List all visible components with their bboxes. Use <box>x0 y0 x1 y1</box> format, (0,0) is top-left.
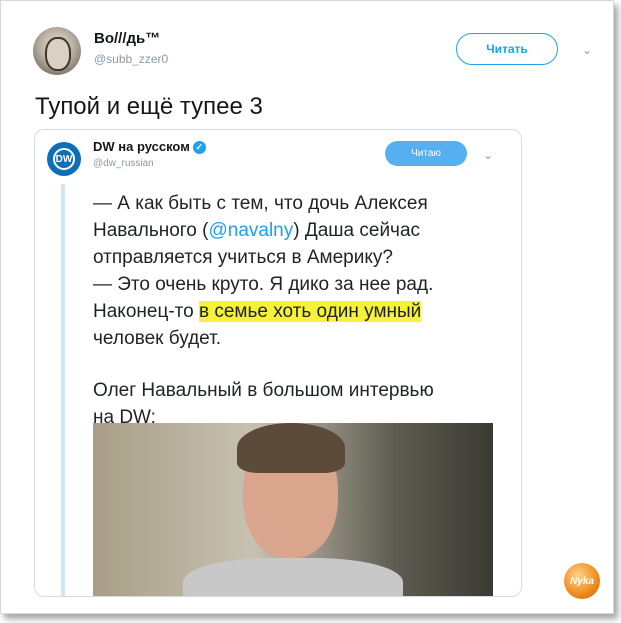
avatar-face <box>45 37 71 71</box>
highlighted-text: в семье хоть один умный <box>198 301 422 322</box>
body-text: ) Даша сейчас <box>293 220 421 241</box>
quoted-tweet[interactable]: DW DW на русском ✓ @dw_russian Читаю ⌄ — … <box>34 129 522 597</box>
body-line: — А как быть с тем, что дочь Алексея <box>93 193 428 214</box>
body-line: Наконец-то в семье хоть один умный <box>93 298 503 325</box>
chevron-down-icon[interactable]: ⌄ <box>582 43 592 57</box>
dw-logo-icon: DW <box>53 148 75 170</box>
body-line: — Это очень круто. Я дико за нее рад. <box>93 274 434 295</box>
quoted-tweet-body: — А как быть с тем, что дочь Алексея Нав… <box>93 190 503 431</box>
quoted-author-handle[interactable]: @dw_russian <box>93 158 154 169</box>
photo-hair <box>237 423 345 473</box>
body-line: человек будет. <box>93 328 221 349</box>
verified-badge-icon: ✓ <box>192 141 206 155</box>
quoted-following-button[interactable]: Читаю <box>385 141 467 166</box>
watermark-logo: Nyka <box>564 563 600 599</box>
author-avatar[interactable] <box>33 27 81 75</box>
author-handle[interactable]: @subb_zzer0 <box>94 52 168 66</box>
screenshot-frame: Во///дь™ @subb_zzer0 Читать ⌄ Тупой и ещ… <box>0 0 614 614</box>
author-name[interactable]: Во///дь™ <box>94 30 160 47</box>
photo-shirt <box>183 558 403 596</box>
tweet-photo[interactable] <box>93 423 493 596</box>
body-line: Олег Навальный в большом интервью <box>93 380 434 401</box>
quoted-author-avatar[interactable]: DW <box>47 142 81 176</box>
follow-button[interactable]: Читать <box>456 33 558 65</box>
body-line: отправляется учиться в Америку? <box>93 247 393 268</box>
quoted-author-name-row[interactable]: DW на русском ✓ <box>93 139 206 155</box>
quoted-author-name: DW на русском <box>93 139 190 154</box>
body-line: Навального (@navalny) Даша сейчас <box>93 217 503 244</box>
body-text: Навального ( <box>93 220 209 241</box>
body-text: Наконец-то <box>93 301 199 322</box>
tweet-text: Тупой и ещё тупее 3 <box>35 93 263 120</box>
mention-link[interactable]: @navalny <box>208 220 293 241</box>
thread-line <box>61 184 65 596</box>
quoted-chevron-down-icon[interactable]: ⌄ <box>483 148 493 162</box>
